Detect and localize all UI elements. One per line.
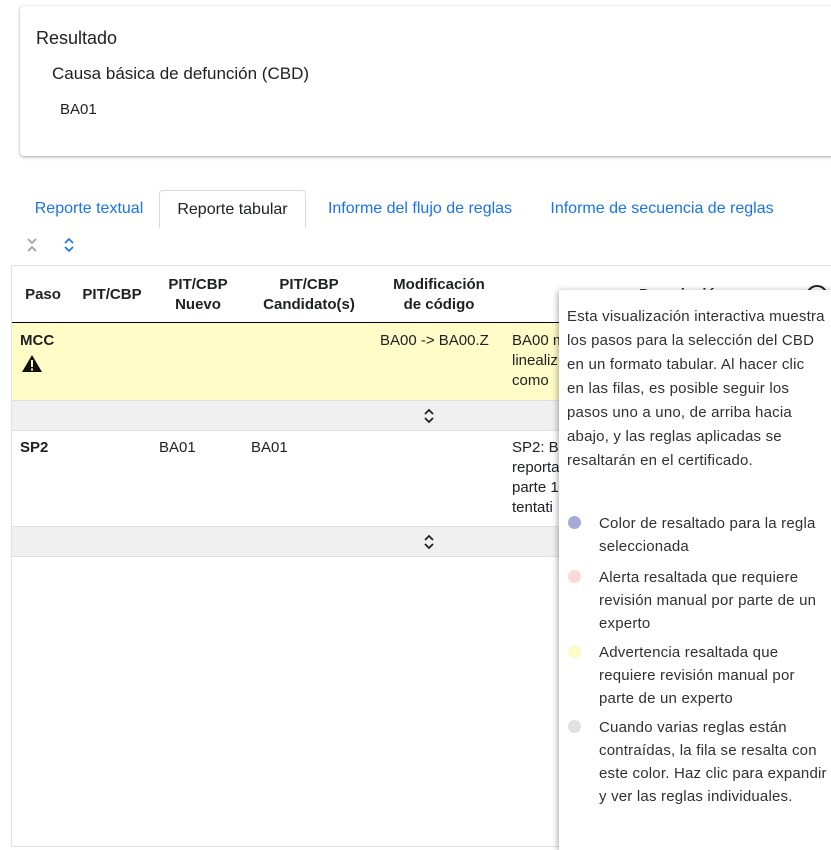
tab-reporte-textual[interactable]: Reporte textual (18, 190, 160, 227)
legend-text: Advertencia resaltada que requiere revis… (599, 644, 795, 707)
warning-icon (21, 354, 43, 378)
header-pit-nuevo: PIT/CBP Nuevo (158, 266, 238, 323)
header-candidatos: PIT/CBP Candidato(s) (250, 266, 368, 323)
legend-text: Color de resaltado para la regla selecci… (599, 515, 816, 555)
cell-paso: SP2 (20, 439, 49, 456)
cell-descripcion: BA00 m linealiz como (512, 332, 562, 389)
unfold-more-icon[interactable] (423, 407, 435, 425)
underlying-cause-label: Causa básica de defunción (CBD) (52, 64, 310, 83)
header-pit-nuevo-line2: Nuevo (175, 295, 221, 313)
header-paso: Paso (12, 266, 74, 323)
header-modificacion: Modificación de código (378, 266, 500, 323)
tab-informe-flujo-reglas[interactable]: Informe del flujo de reglas (314, 190, 526, 227)
result-title: Resultado (36, 28, 118, 48)
header-pit-nuevo-line1: PIT/CBP (168, 275, 228, 293)
collapse-all-button[interactable] (24, 236, 40, 254)
legend-text: Alerta resaltada que requiere revisión m… (599, 569, 817, 632)
header-candidatos-line2: Candidato(s) (263, 295, 355, 313)
legend-dot-alert (568, 570, 581, 583)
cell-paso: MCC (20, 332, 55, 349)
tooltip-intro: Esta visualización interactiva muestra l… (567, 308, 825, 469)
header-modificacion-line2: de código (403, 295, 475, 313)
tab-reporte-tabular[interactable]: Reporte tabular (159, 190, 306, 228)
header-modificacion-line1: Modificación (393, 275, 485, 293)
header-pit-label: PIT/CBP (82, 285, 142, 303)
legend-dot-collapsed (568, 720, 581, 733)
result-card: Resultado Causa básica de defunción (CBD… (20, 6, 831, 156)
expand-all-button[interactable] (61, 236, 77, 254)
cell-pit-nuevo: BA01 (159, 439, 196, 456)
help-tooltip: Esta visualización interactiva muestra l… (559, 290, 831, 850)
header-pit: PIT/CBP (74, 266, 150, 323)
legend-text: Cuando varias reglas están contraídas, l… (599, 719, 827, 805)
legend-dot-selected (568, 516, 581, 529)
cell-modificacion: BA00 -> BA00.Z (380, 332, 489, 349)
cell-descripcion: SP2: B reporta parte 1 tentati (512, 439, 560, 516)
unfold-more-icon[interactable] (423, 533, 435, 551)
collapse-all-icon (27, 238, 37, 252)
header-paso-label: Paso (25, 285, 61, 303)
tab-informe-secuencia-reglas[interactable]: Informe de secuencia de reglas (542, 190, 782, 227)
expand-all-icon (64, 237, 74, 253)
underlying-cause-value: BA01 (60, 101, 97, 118)
legend-dot-warning (568, 645, 581, 658)
cell-candidatos: BA01 (251, 439, 288, 456)
header-candidatos-line1: PIT/CBP (279, 275, 339, 293)
